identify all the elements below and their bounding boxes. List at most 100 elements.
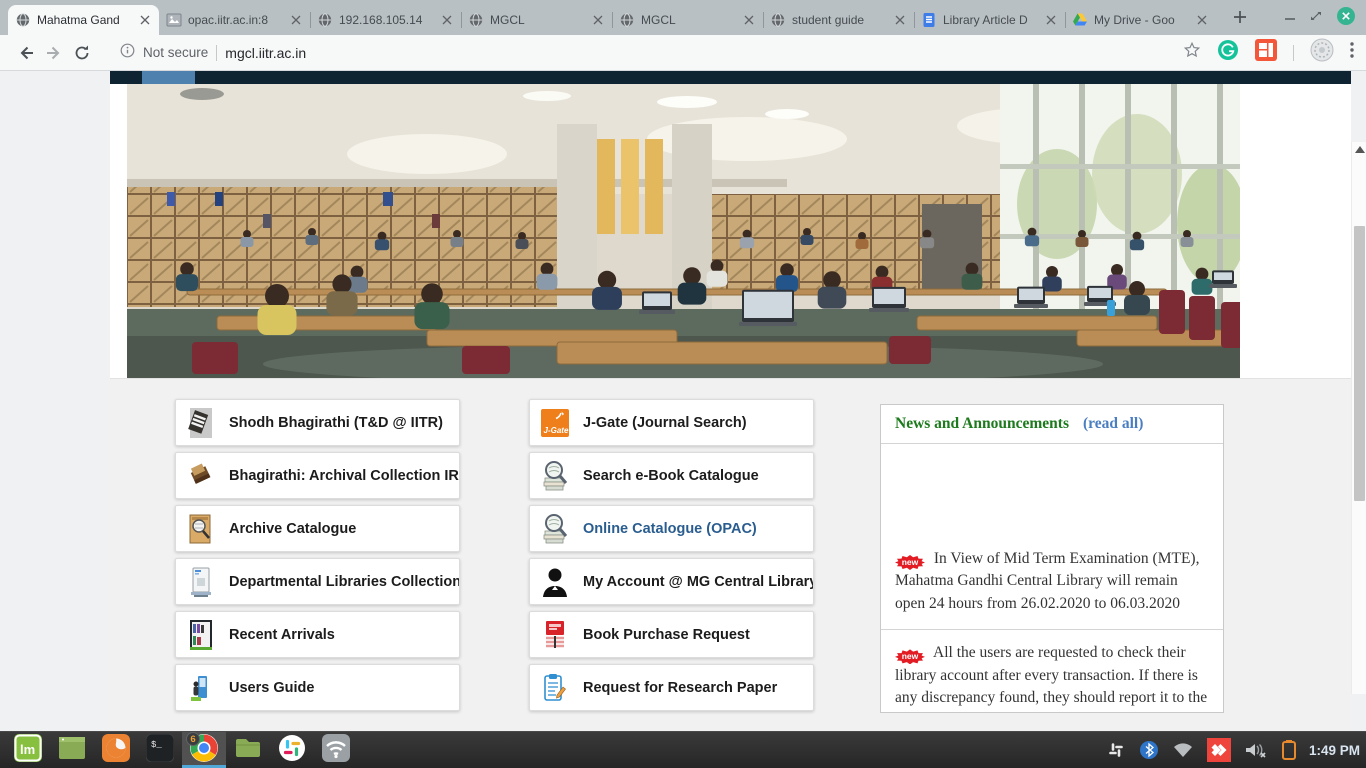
info-icon[interactable] — [120, 43, 135, 63]
quick-link-label: My Account @ MG Central Library — [583, 574, 814, 590]
globe-favicon-icon — [770, 12, 786, 28]
quick-link-label: Bhagirathi: Archival Collection IR — [229, 468, 459, 484]
reload-button[interactable] — [68, 39, 96, 67]
taskbar-files-button[interactable] — [226, 732, 270, 768]
slack-tray-icon[interactable] — [1106, 740, 1126, 760]
taskbar-slack-button[interactable] — [270, 732, 314, 768]
taskbar-clock[interactable]: 1:49 PM — [1309, 743, 1360, 758]
quick-link-recent-arrivals[interactable]: Recent Arrivals — [175, 611, 460, 658]
svg-text:lm: lm — [20, 742, 35, 757]
browser-tab-1[interactable]: opac.iitr.ac.in:8 — [159, 5, 310, 35]
wifi-icon[interactable] — [1172, 741, 1194, 759]
tab-title: MGCL — [641, 13, 736, 27]
middle-button-column: J-Gate J-Gate (Journal Search) Search e-… — [529, 399, 814, 711]
person-icon — [540, 565, 570, 599]
site-nav-active-item[interactable] — [142, 71, 195, 84]
browser-tab-0[interactable]: Mahatma Gand — [8, 5, 159, 35]
network-app-icon — [322, 734, 350, 767]
browser-tab-3[interactable]: MGCL — [461, 5, 612, 35]
quick-link-online-catalogue-opac[interactable]: Online Catalogue (OPAC) — [529, 505, 814, 552]
drive-favicon-icon — [1072, 12, 1088, 28]
quick-link-departmental-libraries-collection[interactable]: Departmental Libraries Collection — [175, 558, 460, 605]
divider — [216, 45, 217, 61]
taskbar-chrome-button[interactable]: 6 — [182, 732, 226, 768]
browser-tab-5[interactable]: student guide — [763, 5, 914, 35]
address-bar[interactable]: Not secure mgcl.iitr.ac.in — [110, 39, 1169, 67]
mint-menu-icon: lm — [14, 734, 42, 767]
quick-link-search-e-book-catalogue[interactable]: Search e-Book Catalogue — [529, 452, 814, 499]
webpage: Shodh Bhagirathi (T&D @ IITR) Bhagirathi… — [0, 71, 1366, 731]
quick-link-archive-catalogue[interactable]: Archive Catalogue — [175, 505, 460, 552]
taskbar-network-app-button[interactable] — [314, 732, 358, 768]
minimize-button[interactable] — [1284, 10, 1296, 22]
news-item: new All the users are requested to check… — [881, 630, 1223, 713]
bluetooth-icon[interactable] — [1139, 740, 1159, 760]
taskbar-firefox-button[interactable] — [94, 732, 138, 768]
search-books-icon — [540, 459, 570, 493]
taskbar-terminal-button[interactable]: $_ — [138, 732, 182, 768]
tab-close-icon[interactable] — [289, 13, 303, 27]
tab-close-icon[interactable] — [893, 13, 907, 27]
anydesk-icon[interactable] — [1207, 738, 1231, 762]
tab-close-icon[interactable] — [591, 13, 605, 27]
quick-link-label: Online Catalogue (OPAC) — [583, 521, 757, 537]
docs-favicon-icon — [921, 12, 937, 28]
quick-link-users-guide[interactable]: Users Guide — [175, 664, 460, 711]
restore-button[interactable] — [1310, 10, 1322, 22]
taskbar-show-desktop-button[interactable] — [50, 732, 94, 768]
profile-avatar[interactable] — [1310, 38, 1334, 67]
tab-title: 192.168.105.14 — [339, 13, 434, 27]
quick-link-label: Recent Arrivals — [229, 627, 335, 643]
scrollbar-thumb[interactable] — [1354, 226, 1365, 501]
globe-favicon-icon — [15, 12, 31, 28]
browser-menu-icon[interactable] — [1350, 41, 1354, 64]
clipboard-pencil-icon — [540, 671, 570, 705]
browser-tab-2[interactable]: 192.168.105.14 — [310, 5, 461, 35]
tab-title: Mahatma Gand — [37, 13, 132, 27]
browser-tab-4[interactable]: MGCL — [612, 5, 763, 35]
scrollbar-up-arrow-icon[interactable] — [1355, 146, 1365, 153]
library-photo — [127, 84, 1240, 378]
orange-extension-icon[interactable] — [1255, 39, 1277, 66]
forward-button[interactable] — [40, 39, 68, 67]
window-controls — [1284, 0, 1366, 35]
new-badge: new — [895, 649, 925, 664]
browser-toolbar: Not secure mgcl.iitr.ac.in — [0, 35, 1366, 71]
tab-close-icon[interactable] — [1044, 13, 1058, 27]
quick-link-request-for-research-paper[interactable]: Request for Research Paper — [529, 664, 814, 711]
quick-link-label: Archive Catalogue — [229, 521, 356, 537]
red-book-icon — [540, 618, 570, 652]
news-read-all-link[interactable]: (read all) — [1083, 415, 1143, 433]
news-item: new In View of Mid Term Examination (MTE… — [881, 536, 1223, 630]
tab-close-icon[interactable] — [440, 13, 454, 27]
quick-link-label: Departmental Libraries Collection — [229, 574, 460, 590]
browser-tab-7[interactable]: My Drive - Goo — [1065, 5, 1216, 35]
quick-link-bhagirathi-archival-collection-ir[interactable]: Bhagirathi: Archival Collection IR — [175, 452, 460, 499]
left-button-column: Shodh Bhagirathi (T&D @ IITR) Bhagirathi… — [175, 399, 460, 711]
close-window-button[interactable] — [1336, 6, 1356, 26]
back-button[interactable] — [12, 39, 40, 67]
new-badge: new — [895, 555, 925, 570]
taskbar: lm $_ 6 1:49 PM — [0, 731, 1366, 768]
quick-link-shodh-bhagirathi-t-d-iitr[interactable]: Shodh Bhagirathi (T&D @ IITR) — [175, 399, 460, 446]
battery-icon[interactable] — [1281, 739, 1297, 761]
news-header: News and Announcements (read all) — [881, 405, 1223, 444]
tab-close-icon[interactable] — [742, 13, 756, 27]
browser-tab-6[interactable]: Library Article D — [914, 5, 1065, 35]
security-label: Not secure — [143, 45, 208, 60]
browser-tab-strip: Mahatma Gand opac.iitr.ac.in:8 192.168.1… — [0, 0, 1366, 35]
archival-book-icon — [186, 459, 216, 493]
grammarly-extension-icon[interactable] — [1217, 39, 1239, 66]
quick-link-my-account-mg-central-library[interactable]: My Account @ MG Central Library — [529, 558, 814, 605]
bookmark-star-icon[interactable] — [1183, 41, 1201, 64]
tab-close-icon[interactable] — [138, 13, 152, 27]
quick-link-j-gate-journal-search[interactable]: J-Gate J-Gate (Journal Search) — [529, 399, 814, 446]
svg-text:$_: $_ — [151, 740, 162, 750]
quick-link-book-purchase-request[interactable]: Book Purchase Request — [529, 611, 814, 658]
taskbar-mint-menu-button[interactable]: lm — [6, 732, 50, 768]
news-spacer — [881, 444, 1223, 536]
tab-close-icon[interactable] — [1195, 13, 1209, 27]
new-tab-button[interactable] — [1226, 5, 1254, 33]
page-scrollbar[interactable] — [1351, 142, 1366, 694]
volume-muted-icon[interactable] — [1244, 740, 1268, 760]
